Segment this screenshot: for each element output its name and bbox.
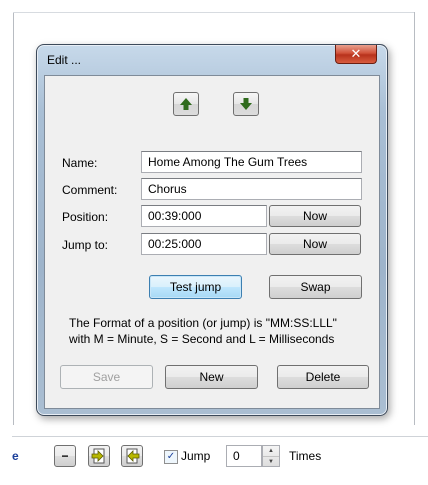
save-button[interactable]: Save <box>60 365 153 389</box>
minus-icon: − <box>61 449 69 463</box>
export-page-icon <box>126 448 140 464</box>
checkmark-icon: ✓ <box>166 451 176 462</box>
export-button[interactable] <box>121 445 143 467</box>
move-up-button[interactable] <box>173 92 199 116</box>
background-left <box>0 0 12 485</box>
toolbar-partial-label: e <box>12 449 19 463</box>
dialog-client-area: Name: Home Among The Gum Trees Comment: … <box>44 75 380 409</box>
down-arrow-icon <box>240 98 252 110</box>
spinner-down-icon[interactable]: ▼ <box>263 456 279 467</box>
times-label: Times <box>289 449 322 463</box>
import-button[interactable] <box>88 445 110 467</box>
jump-checkbox-label: Jump <box>181 449 211 463</box>
name-label: Name: <box>62 156 98 170</box>
jump-now-button[interactable]: Now <box>269 233 361 255</box>
dialog-title: Edit ... <box>47 53 82 67</box>
remove-button[interactable]: − <box>54 445 76 467</box>
comment-field[interactable]: Chorus <box>141 178 362 200</box>
import-page-icon <box>91 448 105 464</box>
close-button[interactable]: ✕ <box>335 45 377 64</box>
times-input[interactable]: 0 <box>226 445 262 467</box>
frame-border-top <box>13 12 415 13</box>
toolbar-separator <box>12 436 428 437</box>
swap-button[interactable]: Swap <box>269 275 362 299</box>
jump-checkbox[interactable]: ✓ <box>164 450 178 464</box>
position-label: Position: <box>62 210 109 224</box>
jump-to-label: Jump to: <box>62 238 109 252</box>
comment-label: Comment: <box>62 183 118 197</box>
position-now-button[interactable]: Now <box>269 205 361 227</box>
test-jump-button[interactable]: Test jump <box>149 275 242 299</box>
spinner-up-icon[interactable]: ▲ <box>263 446 279 456</box>
position-field[interactable]: 00:39:000 <box>141 205 267 227</box>
times-spinner[interactable]: ▲ ▼ <box>262 445 280 467</box>
move-down-button[interactable] <box>233 92 259 116</box>
jump-to-field[interactable]: 00:25:000 <box>141 233 267 255</box>
close-icon: ✕ <box>350 46 362 61</box>
name-field[interactable]: Home Among The Gum Trees <box>141 151 362 173</box>
edit-dialog: Edit ... ✕ Name: Home Among The Gum Tree… <box>36 44 388 416</box>
format-help-line-1: The Format of a position (or jump) is "M… <box>69 316 337 330</box>
new-button[interactable]: New <box>165 365 258 389</box>
format-help-line-2: with M = Minute, S = Second and L = Mill… <box>69 332 335 346</box>
up-arrow-icon <box>180 98 192 110</box>
frame-border-right <box>414 12 415 425</box>
delete-button[interactable]: Delete <box>277 365 369 389</box>
frame-border-left <box>13 12 14 425</box>
